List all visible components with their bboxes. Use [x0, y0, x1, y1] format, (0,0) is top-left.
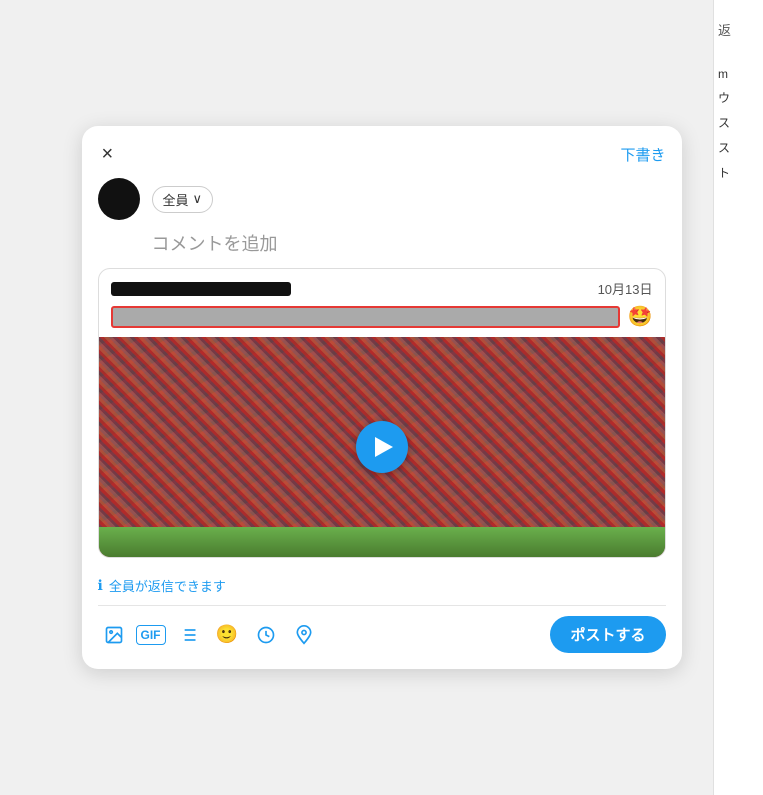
close-button[interactable]: ×: [98, 142, 118, 166]
quoted-post-header: 10月13日: [99, 269, 665, 304]
toolbar-icons: GIF 🙂: [98, 618, 320, 651]
side-panel: 返 m ウ ス ス ト: [713, 0, 763, 795]
draft-button[interactable]: 下書き: [620, 144, 665, 165]
chevron-down-icon: ∨: [193, 191, 203, 207]
post-button[interactable]: ポストする: [550, 616, 665, 653]
location-button[interactable]: [288, 619, 320, 651]
emoji-button[interactable]: 🙂: [210, 618, 244, 651]
quoted-text-redacted: [111, 306, 620, 328]
comment-placeholder: コメントを追加: [152, 234, 278, 254]
video-thumbnail[interactable]: [99, 337, 665, 557]
quoted-text-row: 🤩: [99, 304, 665, 337]
play-triangle-icon: [375, 437, 393, 457]
quoted-post-card: 10月13日 🤩: [98, 268, 666, 558]
side-panel-text: 返: [718, 20, 759, 39]
gif-button[interactable]: GIF: [136, 625, 166, 645]
image-button[interactable]: [98, 619, 130, 651]
play-button[interactable]: [356, 421, 408, 473]
side-panel-item3: ス: [718, 114, 759, 131]
side-panel-item1: m: [718, 67, 759, 81]
info-icon: ℹ: [98, 577, 103, 594]
compose-modal: × 下書き 全員 ∨ コメントを追加 10月13日 🤩: [82, 126, 682, 669]
side-panel-item5: ト: [718, 164, 759, 181]
grass-stripe: [99, 527, 665, 557]
audience-row: 全員 ∨: [98, 178, 666, 220]
compose-toolbar: GIF 🙂: [98, 605, 666, 653]
audience-selector[interactable]: 全員 ∨: [152, 186, 214, 213]
quoted-username-redacted: [111, 282, 291, 296]
schedule-button[interactable]: [250, 619, 282, 651]
reply-info-text: 全員が返信できます: [109, 576, 226, 595]
modal-header: × 下書き: [98, 142, 666, 166]
avatar: [98, 178, 140, 220]
comment-area[interactable]: コメントを追加: [98, 230, 666, 256]
reply-info: ℹ 全員が返信できます: [98, 568, 666, 605]
audience-label: 全員: [163, 190, 189, 209]
side-panel-item4: ス: [718, 139, 759, 156]
quoted-emoji: 🤩: [628, 304, 653, 329]
side-panel-item2: ウ: [718, 89, 759, 106]
list-button[interactable]: [172, 619, 204, 651]
quoted-date: 10月13日: [598, 279, 653, 298]
